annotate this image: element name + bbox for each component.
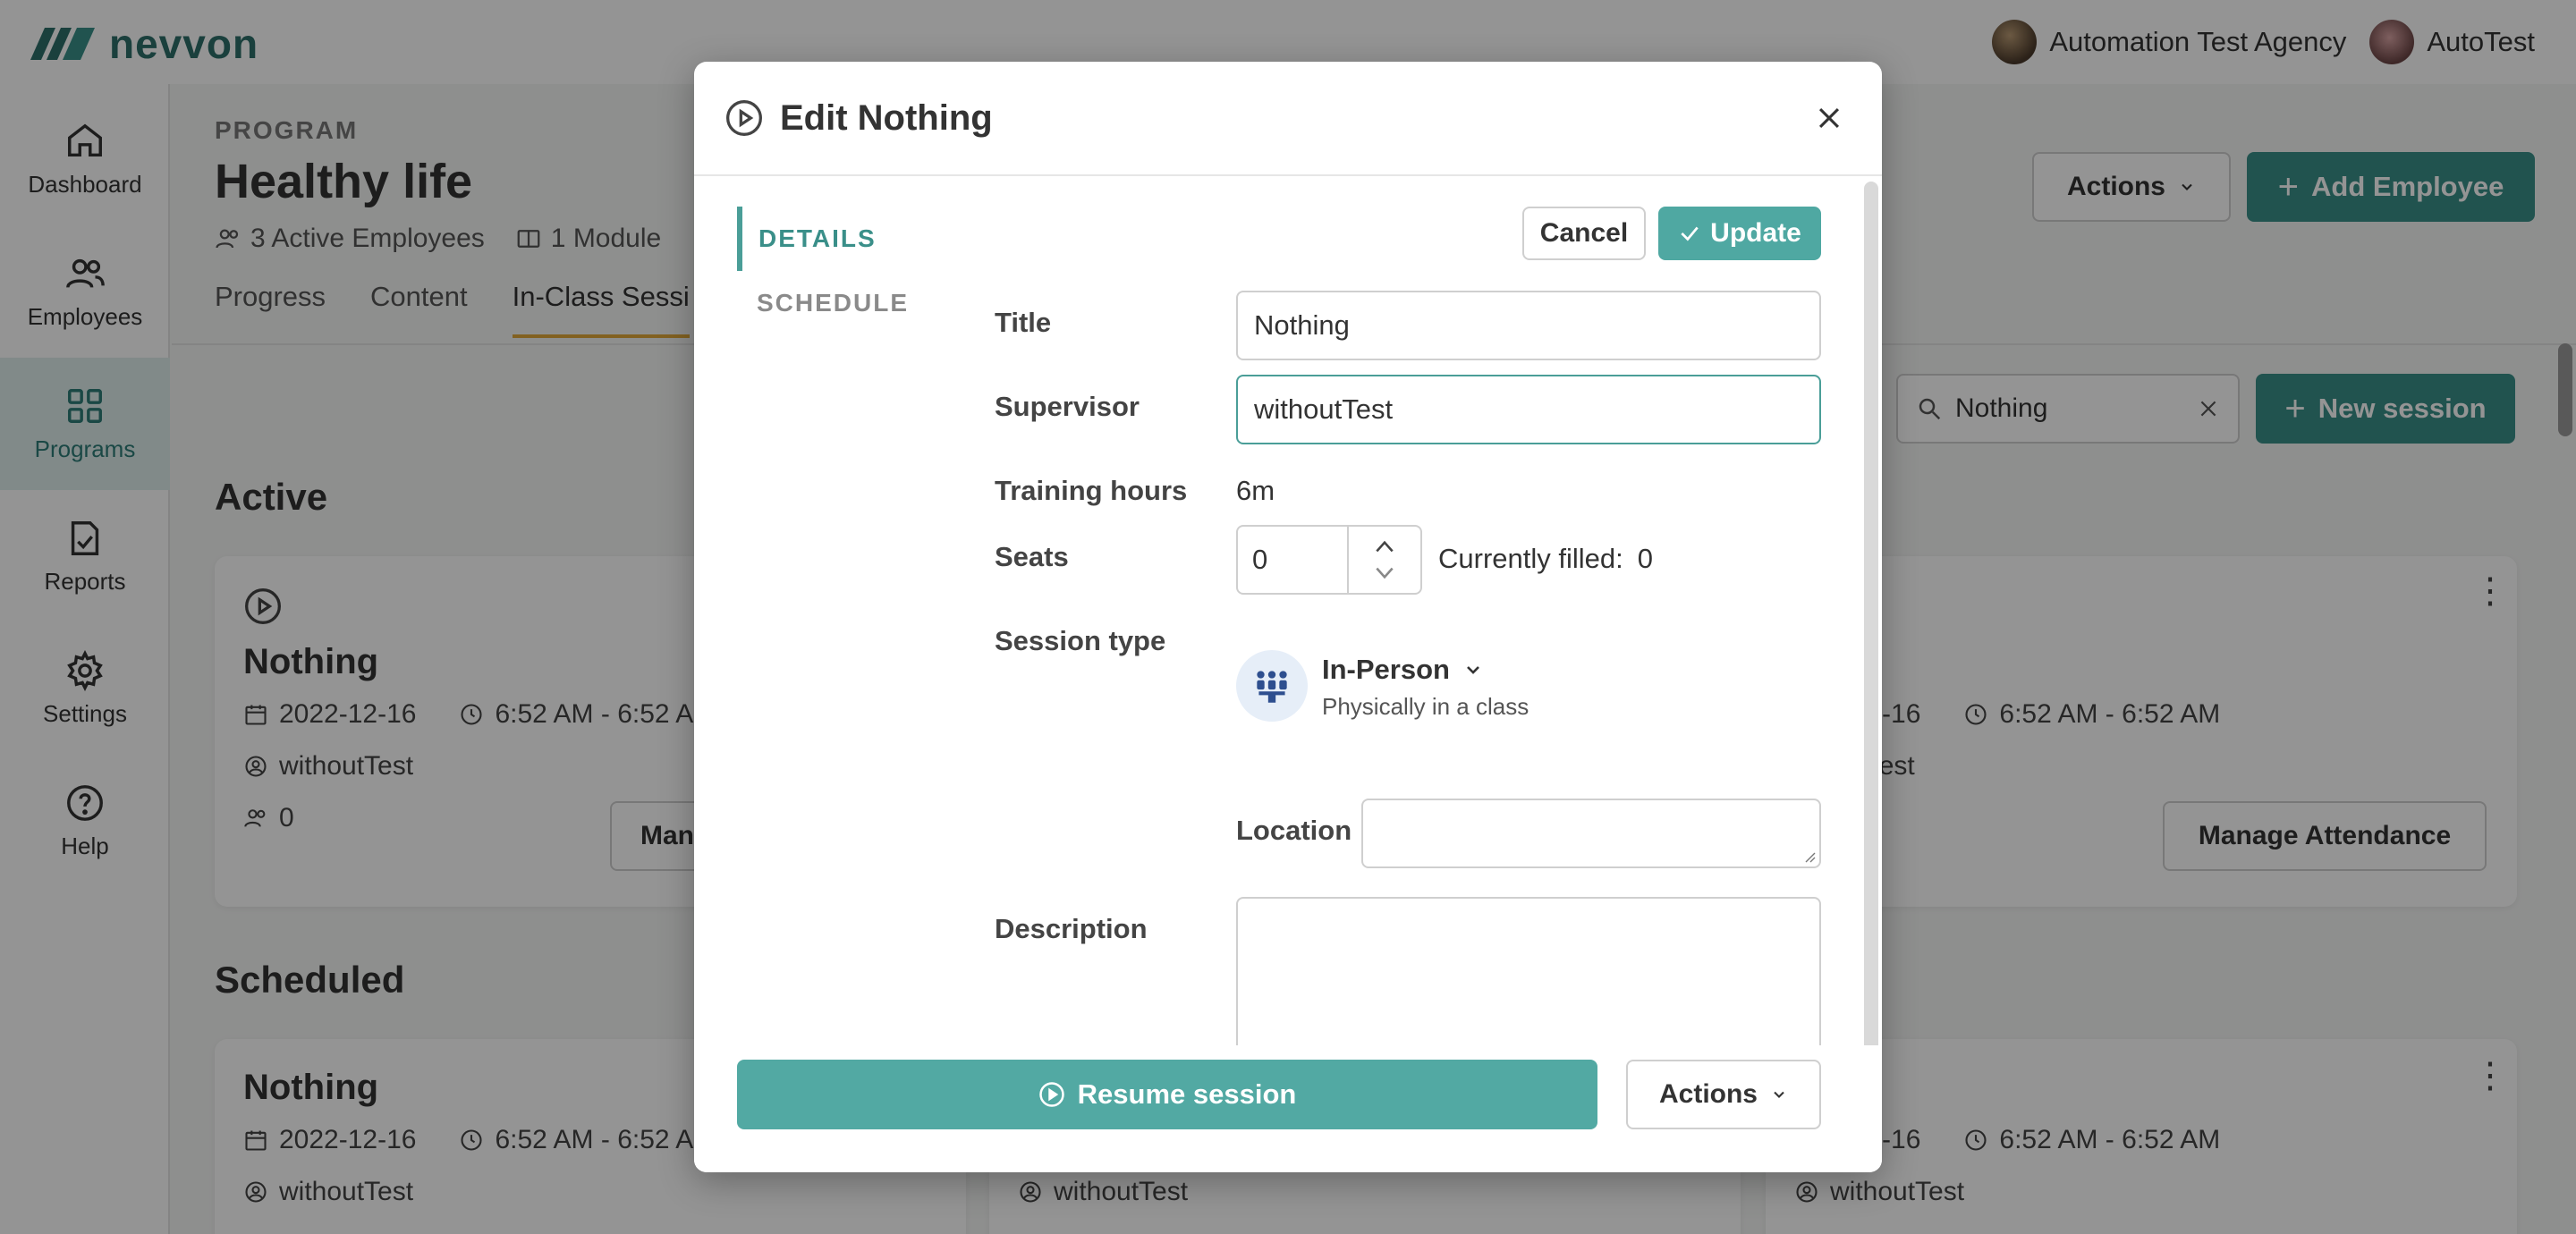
resume-session-button[interactable]: Resume session bbox=[737, 1060, 1597, 1129]
play-circle-icon bbox=[726, 100, 762, 136]
title-input[interactable]: Nothing bbox=[1236, 291, 1821, 360]
seats-input[interactable]: 0 bbox=[1238, 527, 1349, 593]
play-circle-icon bbox=[1038, 1082, 1064, 1107]
currently-filled-value: 0 bbox=[1637, 543, 1653, 574]
modal-footer: Resume session Actions bbox=[694, 1045, 1882, 1172]
classroom-icon bbox=[1236, 650, 1308, 722]
seats-label: Seats bbox=[995, 541, 1069, 572]
chevron-down-icon bbox=[1467, 666, 1479, 674]
session-type-select[interactable]: In-Person Physically in a class bbox=[1236, 650, 1529, 722]
check-icon bbox=[1681, 226, 1699, 241]
edit-session-modal: Edit Nothing DETAILS SCHEDULE Cancel Upd… bbox=[694, 62, 1882, 1172]
update-label: Update bbox=[1710, 218, 1801, 248]
nav-schedule[interactable]: SCHEDULE bbox=[737, 271, 934, 335]
session-type-description: Physically in a class bbox=[1322, 693, 1530, 720]
modal-header: Edit Nothing bbox=[694, 62, 1882, 176]
modal-actions-button[interactable]: Actions bbox=[1626, 1060, 1821, 1129]
seats-stepper[interactable]: 0 bbox=[1236, 525, 1422, 595]
resize-handle-icon[interactable] bbox=[1801, 849, 1816, 863]
modal-actions-label: Actions bbox=[1658, 1079, 1758, 1109]
session-type-value: In-Person bbox=[1322, 654, 1450, 685]
title-label: Title bbox=[995, 307, 1052, 338]
currently-filled: Currently filled: 0 bbox=[1438, 543, 1653, 575]
update-button[interactable]: Update bbox=[1658, 207, 1821, 260]
close-button[interactable] bbox=[1807, 96, 1852, 140]
modal-section-nav: DETAILS SCHEDULE bbox=[737, 207, 934, 335]
modal-scrollbar[interactable] bbox=[1864, 182, 1878, 1067]
training-hours-label: Training hours bbox=[995, 475, 1188, 506]
location-input[interactable] bbox=[1361, 799, 1821, 868]
chevron-up-icon[interactable] bbox=[1373, 538, 1396, 554]
title-value: Nothing bbox=[1254, 309, 1350, 341]
modal-title: Edit Nothing bbox=[780, 97, 993, 138]
chevron-down-icon bbox=[1774, 1091, 1784, 1098]
close-icon bbox=[1818, 107, 1840, 129]
cancel-label: Cancel bbox=[1539, 218, 1629, 248]
supervisor-label: Supervisor bbox=[995, 391, 1140, 422]
cancel-button[interactable]: Cancel bbox=[1522, 207, 1646, 260]
resume-session-label: Resume session bbox=[1077, 1078, 1297, 1110]
chevron-down-icon[interactable] bbox=[1373, 565, 1396, 581]
supervisor-value: withoutTest bbox=[1254, 393, 1394, 425]
location-label: Location bbox=[1236, 815, 1352, 846]
session-type-label: Session type bbox=[995, 625, 1166, 656]
nav-details[interactable]: DETAILS bbox=[737, 207, 934, 271]
currently-filled-label: Currently filled: bbox=[1438, 543, 1623, 574]
description-label: Description bbox=[995, 913, 1148, 944]
supervisor-input[interactable]: withoutTest bbox=[1236, 375, 1821, 444]
training-hours-value: 6m bbox=[1236, 475, 1275, 506]
